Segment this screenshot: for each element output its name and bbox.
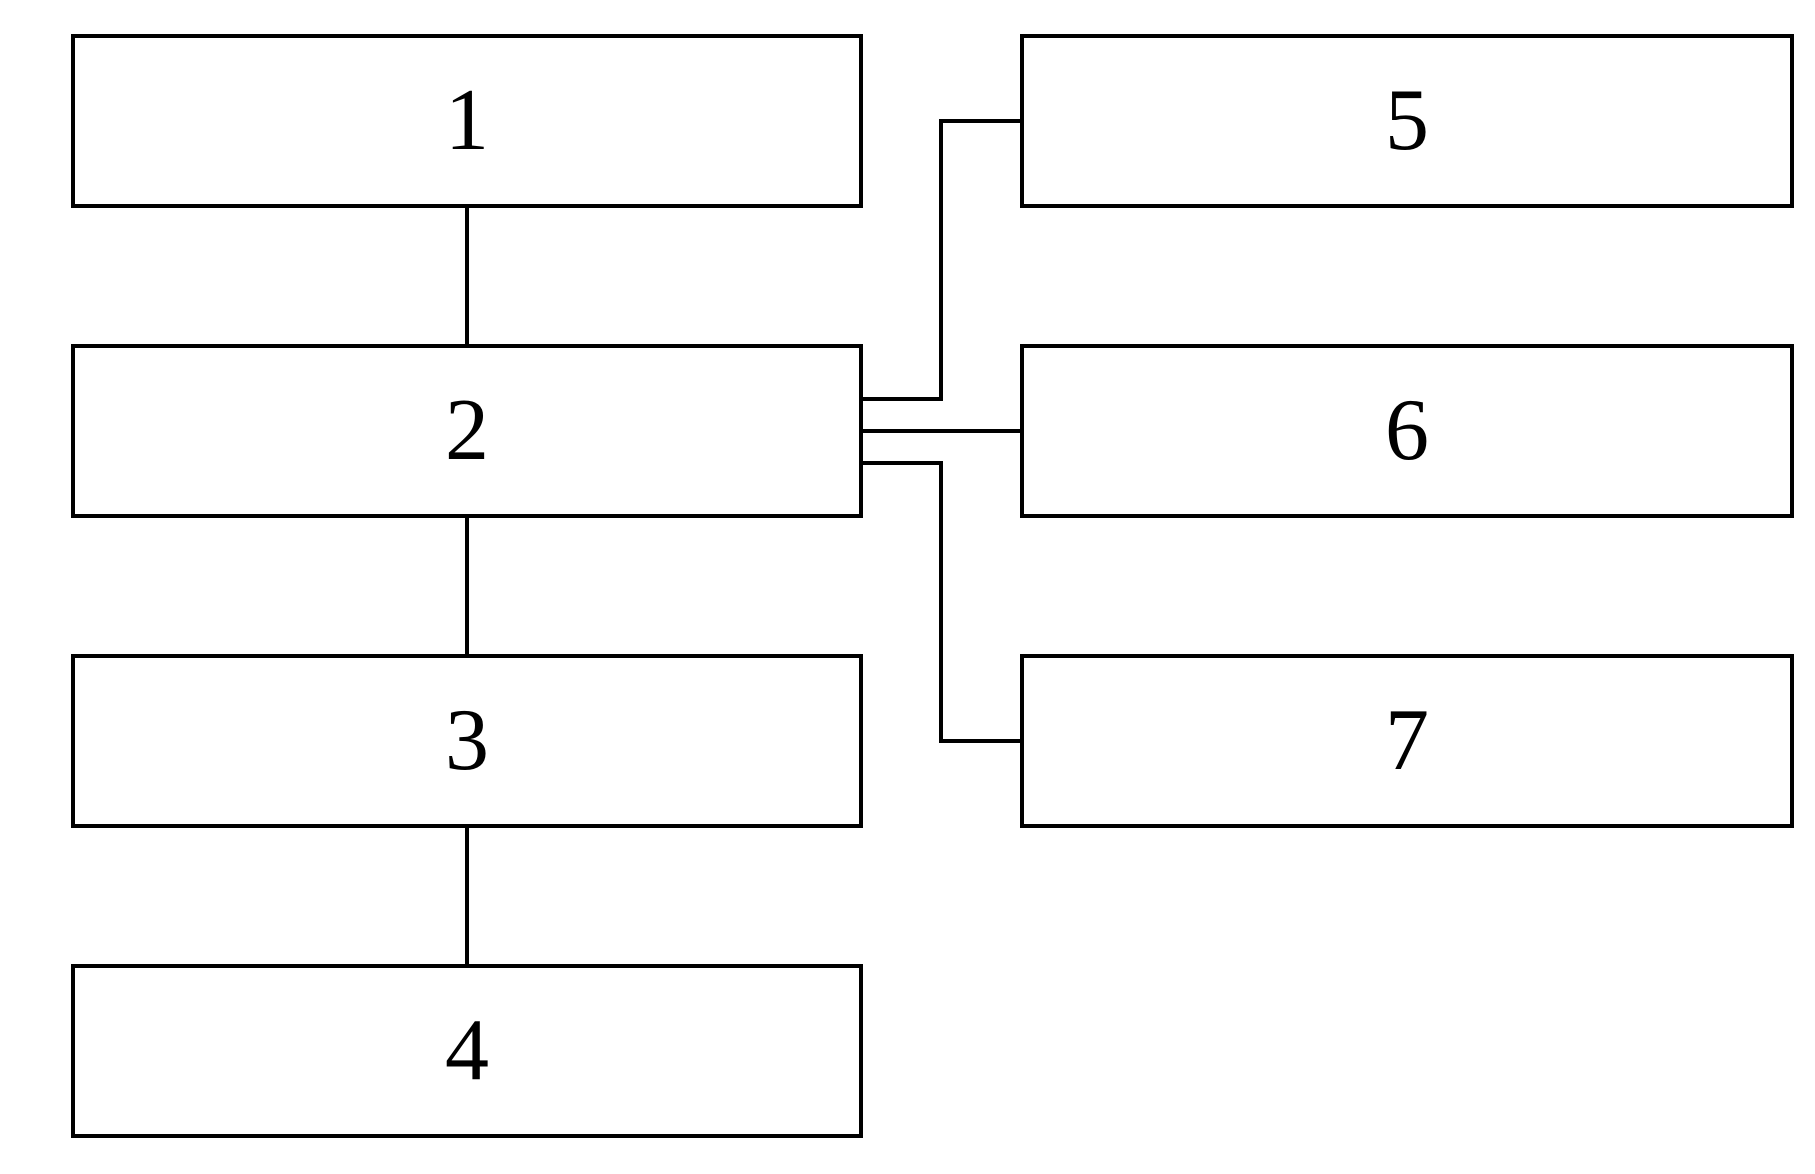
- connector-1-2: [465, 208, 469, 344]
- box-7: 7: [1020, 654, 1794, 828]
- connector-2-5-h2: [939, 119, 1020, 123]
- connector-3-4: [465, 828, 469, 964]
- box-5: 5: [1020, 34, 1794, 208]
- connector-2-5-h1: [863, 397, 943, 401]
- connector-2-5-v: [939, 119, 943, 401]
- connector-2-3: [465, 518, 469, 654]
- box-3: 3: [71, 654, 863, 828]
- box-1-label: 1: [445, 77, 489, 165]
- box-6-label: 6: [1385, 387, 1429, 475]
- box-2: 2: [71, 344, 863, 518]
- box-6: 6: [1020, 344, 1794, 518]
- box-5-label: 5: [1385, 77, 1429, 165]
- connector-2-7-h1: [863, 461, 943, 465]
- connector-2-7-h2: [939, 739, 1020, 743]
- box-7-label: 7: [1385, 697, 1429, 785]
- box-4-label: 4: [445, 1007, 489, 1095]
- connector-2-6: [863, 429, 1020, 433]
- box-3-label: 3: [445, 697, 489, 785]
- diagram-canvas: 1 2 3 4 5 6 7: [0, 0, 1815, 1174]
- connector-2-7-v: [939, 461, 943, 743]
- box-1: 1: [71, 34, 863, 208]
- box-2-label: 2: [445, 387, 489, 475]
- box-4: 4: [71, 964, 863, 1138]
